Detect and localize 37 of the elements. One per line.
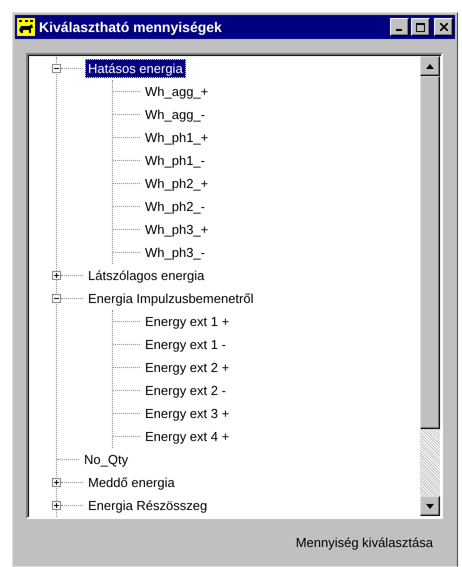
tree-item[interactable]: Wh_ph2_+ xyxy=(142,174,212,193)
tree-item[interactable]: Energy ext 1 - xyxy=(142,335,229,354)
tree-item[interactable]: Látszólagos energia xyxy=(85,266,208,285)
scroll-up-button[interactable] xyxy=(420,56,440,76)
window-title: Kiválasztható mennyiségek xyxy=(39,19,223,35)
caption-label: Mennyiség kiválasztása xyxy=(296,535,433,550)
expand-icon[interactable] xyxy=(52,271,61,280)
tree-item[interactable]: No_Qty xyxy=(81,450,132,469)
tree-item[interactable]: Energy ext 2 + xyxy=(142,358,232,377)
minimize-button[interactable] xyxy=(390,18,409,36)
tree-item[interactable]: Wh_ph1_+ xyxy=(142,128,212,147)
maximize-button[interactable] xyxy=(411,18,430,36)
expand-icon[interactable] xyxy=(52,501,61,510)
tree-item[interactable]: Wh_agg_- xyxy=(142,105,208,124)
tree-item[interactable]: Wh_ph2_- xyxy=(142,197,208,216)
app-icon xyxy=(17,18,35,36)
tree-item[interactable]: Wh_ph3_+ xyxy=(142,220,212,239)
scroll-down-button[interactable] xyxy=(420,496,440,516)
tree-item[interactable]: Energia Impulzusbemenetről xyxy=(85,289,256,308)
tree-item[interactable]: Energy ext 2 - xyxy=(142,381,229,400)
tree-item[interactable]: Energia Részösszeg xyxy=(85,496,210,515)
tree-item[interactable]: Wh_ph3_- xyxy=(142,243,208,262)
tree-item[interactable]: Wh_ph1_- xyxy=(142,151,208,170)
down-arrow-icon xyxy=(426,504,434,508)
collapse-icon[interactable] xyxy=(52,294,61,303)
close-button[interactable] xyxy=(434,18,453,36)
tree-item[interactable]: Hatásos energia xyxy=(85,59,186,78)
tree-item[interactable]: Energy ext 1 + xyxy=(142,312,232,331)
tree-item[interactable]: Energy ext 4 + xyxy=(142,427,232,446)
expand-icon[interactable] xyxy=(52,478,61,487)
close-icon xyxy=(440,23,448,31)
tree-item[interactable]: Energy ext 3 + xyxy=(142,404,232,423)
tree-item[interactable]: Wh_agg_+ xyxy=(142,82,212,101)
collapse-icon[interactable] xyxy=(52,64,61,73)
maximize-icon xyxy=(416,22,425,32)
up-arrow-icon xyxy=(426,64,434,68)
tree-item[interactable]: Meddő energia xyxy=(85,473,178,492)
